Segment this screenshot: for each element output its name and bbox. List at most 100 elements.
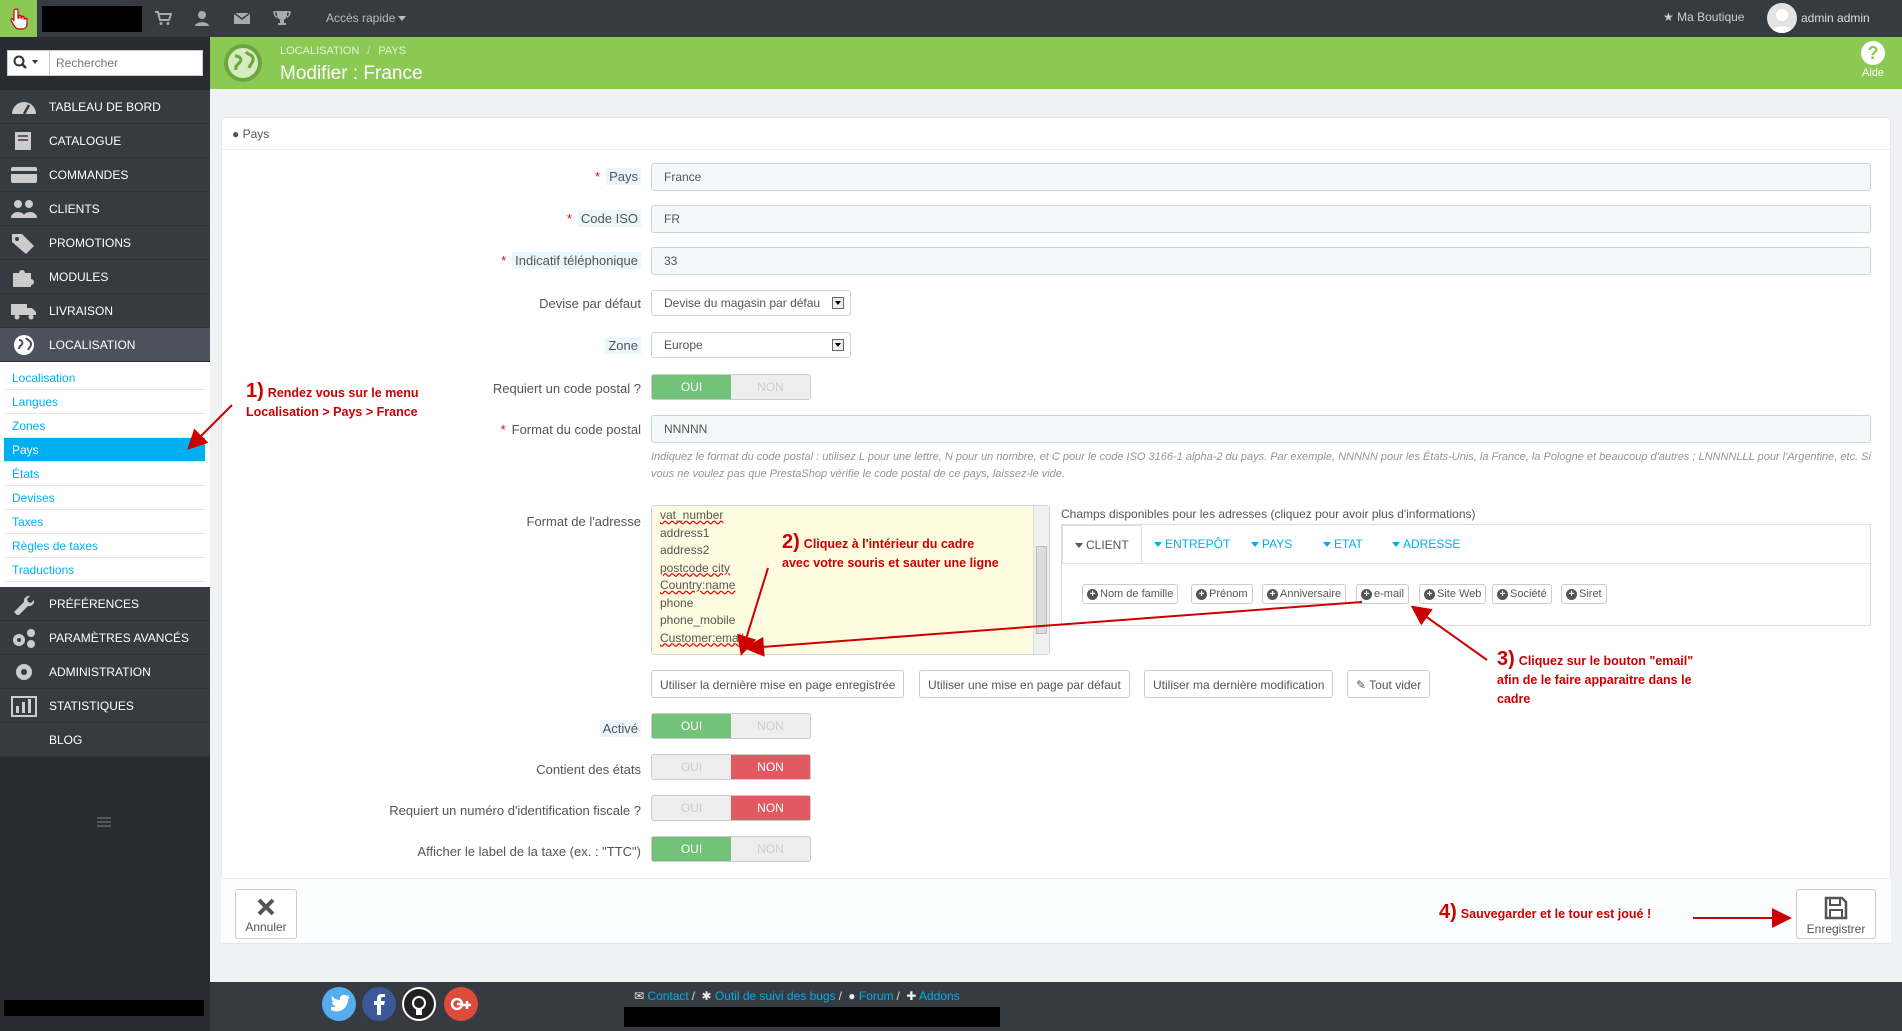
switch-yes[interactable]: OUI xyxy=(652,755,731,779)
need-zip-switch[interactable]: OUI NON xyxy=(651,374,811,400)
user-menu[interactable]: admin admin xyxy=(1801,11,1870,25)
switch-yes[interactable]: OUI xyxy=(652,714,731,738)
switch-no[interactable]: NON xyxy=(731,714,810,738)
need-vat-switch[interactable]: OUI NON xyxy=(651,795,811,821)
tab-entrepot[interactable]: ENTREPÔT xyxy=(1142,525,1242,563)
sidebar-item-statistiques[interactable]: STATISTIQUES xyxy=(0,689,210,723)
help-button[interactable]: ? Aide xyxy=(1853,41,1893,85)
sidebar-item-parametres-avances[interactable]: PARAMÈTRES AVANCÉS xyxy=(0,621,210,655)
caret-down-icon xyxy=(1323,542,1331,548)
breadcrumb-item[interactable]: PAYS xyxy=(378,45,406,57)
footer-link-bugs[interactable]: Outil de suivi des bugs xyxy=(715,989,836,1003)
use-default-layout-button[interactable]: Utiliser une mise en page par défaut xyxy=(919,670,1130,698)
field-button-siret[interactable]: + Siret xyxy=(1561,584,1607,604)
submenu-item-devises[interactable]: Devises xyxy=(4,486,205,510)
comments-icon: ● xyxy=(848,989,856,1003)
display-tax-label-switch[interactable]: OUI NON xyxy=(651,836,811,862)
country-name-input[interactable]: France xyxy=(651,163,1871,191)
textarea-scrollbar[interactable] xyxy=(1033,506,1049,654)
shop-link[interactable]: ★ Ma Boutique xyxy=(1663,10,1744,24)
sidebar-item-administration[interactable]: ADMINISTRATION xyxy=(0,655,210,689)
tab-adresse[interactable]: ADRESSE xyxy=(1380,525,1472,563)
search-input[interactable] xyxy=(56,51,196,75)
sidebar-item-modules[interactable]: MODULES xyxy=(0,260,210,294)
sidebar-item-clients[interactable]: CLIENTS xyxy=(0,192,210,226)
sidebar-item-promotions[interactable]: PROMOTIONS xyxy=(0,226,210,260)
switch-yes[interactable]: OUI xyxy=(652,796,731,820)
save-button[interactable]: Enregistrer xyxy=(1796,889,1876,939)
field-button-nom-famille[interactable]: + Nom de famille xyxy=(1082,584,1179,604)
sidebar-item-livraison[interactable]: LIVRAISON xyxy=(0,294,210,328)
trophy-icon[interactable] xyxy=(273,9,291,27)
use-last-saved-layout-button[interactable]: Utiliser la dernière mise en page enregi… xyxy=(651,670,905,698)
submenu-item-taxes[interactable]: Taxes xyxy=(4,510,205,534)
sidebar-item-dashboard[interactable]: TABLEAU DE BORD xyxy=(0,90,210,124)
address-line: address1 xyxy=(660,525,710,540)
puzzle-icon: ✚ xyxy=(906,989,917,1003)
tab-label: ETAT xyxy=(1334,537,1363,551)
twitter-icon[interactable] xyxy=(322,987,356,1021)
sidebar-item-blog[interactable]: BLOG xyxy=(0,723,210,757)
breadcrumb-item[interactable]: LOCALISATION xyxy=(280,45,359,57)
contains-states-switch[interactable]: OUI NON xyxy=(651,754,811,780)
github-icon[interactable] xyxy=(402,987,436,1021)
switch-yes[interactable]: OUI xyxy=(652,837,731,861)
tab-pays[interactable]: PAYS xyxy=(1239,525,1304,563)
currency-select[interactable]: Devise du magasin par défau xyxy=(651,290,851,316)
switch-no[interactable]: NON xyxy=(731,375,810,399)
sidebar-item-preferences[interactable]: PRÉFÉRENCES xyxy=(0,587,210,621)
field-button-email[interactable]: + e-mail xyxy=(1356,584,1409,604)
field-label-zip-format: * Format du code postal xyxy=(500,422,641,437)
tab-label: CLIENT xyxy=(1086,538,1129,552)
sidebar-item-catalogue[interactable]: CATALOGUE xyxy=(0,124,210,158)
envelope-icon[interactable] xyxy=(233,9,251,27)
annotation-step-3: 3) Cliquez sur le bouton "email" afin de … xyxy=(1497,648,1694,706)
submenu-item-langues[interactable]: Langues xyxy=(4,390,205,414)
footer-link-contact[interactable]: Contact xyxy=(647,989,688,1003)
call-prefix-input[interactable]: 33 xyxy=(651,247,1871,275)
active-switch[interactable]: OUI NON xyxy=(651,713,811,739)
clear-all-button[interactable]: ✎ Tout vider xyxy=(1347,670,1431,698)
use-last-modification-button[interactable]: Utiliser ma dernière modification xyxy=(1144,670,1334,698)
field-button-anniversaire[interactable]: + Anniversaire xyxy=(1262,584,1347,604)
cart-icon[interactable] xyxy=(154,9,172,27)
wrench-icon xyxy=(14,595,35,615)
submenu-item-zones[interactable]: Zones xyxy=(4,414,205,438)
field-button-prenom[interactable]: + Prénom xyxy=(1191,584,1253,604)
submenu-item-localisation[interactable]: Localisation xyxy=(4,366,205,390)
field-button-site-web[interactable]: + Site Web xyxy=(1419,584,1487,604)
switch-no[interactable]: NON xyxy=(731,755,810,779)
caret-down-icon xyxy=(1075,543,1083,549)
field-button-societe[interactable]: + Société xyxy=(1492,584,1552,604)
sidebar-item-localisation[interactable]: LOCALISATION xyxy=(0,328,210,362)
footer-link-addons[interactable]: Addons xyxy=(919,989,960,1003)
user-icon[interactable] xyxy=(193,9,211,27)
field-label-active: Activé xyxy=(599,720,641,737)
plus-circle-icon: + xyxy=(1566,589,1577,600)
collapse-menu-icon[interactable] xyxy=(96,816,112,828)
google-plus-icon[interactable] xyxy=(444,987,478,1021)
sidebar-item-commandes[interactable]: COMMANDES xyxy=(0,158,210,192)
search-type-button[interactable] xyxy=(8,51,50,75)
switch-yes[interactable]: OUI xyxy=(652,375,731,399)
submenu-item-regles-taxes[interactable]: Règles de taxes xyxy=(4,534,205,558)
switch-no[interactable]: NON xyxy=(731,796,810,820)
tab-client[interactable]: CLIENT xyxy=(1062,525,1142,563)
scrollbar-thumb[interactable] xyxy=(1036,546,1047,634)
cancel-button[interactable]: Annuler xyxy=(235,889,297,939)
submenu-item-pays[interactable]: Pays xyxy=(4,438,205,462)
submenu-item-etats[interactable]: États xyxy=(4,462,205,486)
zone-select[interactable]: Europe xyxy=(651,332,851,358)
switch-no[interactable]: NON xyxy=(731,837,810,861)
globe-icon: ● xyxy=(232,127,243,141)
facebook-icon[interactable] xyxy=(362,987,396,1021)
zip-format-input[interactable]: NNNNN xyxy=(651,415,1871,443)
tab-etat[interactable]: ETAT xyxy=(1311,525,1375,563)
iso-code-input[interactable]: FR xyxy=(651,205,1871,233)
quick-access-menu[interactable]: Accès rapide xyxy=(326,11,407,25)
address-format-textarea[interactable]: vat_number address1 address2 postcode ci… xyxy=(651,505,1050,655)
avatar[interactable] xyxy=(1767,3,1797,33)
prestashop-logo[interactable] xyxy=(0,0,37,37)
footer-link-forum[interactable]: Forum xyxy=(859,989,894,1003)
submenu-item-traductions[interactable]: Traductions xyxy=(4,558,205,582)
